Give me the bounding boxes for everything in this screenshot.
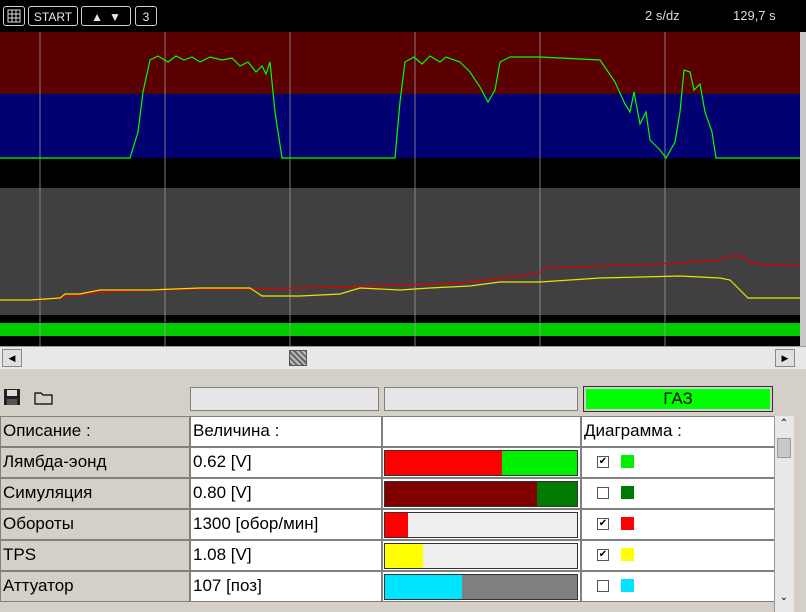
grid-icon <box>7 9 21 23</box>
level-bar-fill <box>385 451 503 475</box>
diagram-checkbox[interactable] <box>597 487 609 499</box>
grid-button[interactable] <box>3 6 25 26</box>
toolbar: START ▲ ▼ 3 2 s/dz 129,7 s <box>0 0 806 32</box>
channel-count[interactable]: 3 <box>135 6 157 26</box>
up-arrow-icon[interactable]: ▲ <box>91 10 103 24</box>
time-readout: 129,7 s <box>733 8 776 23</box>
row-value: 0.62 [V] <box>190 447 382 478</box>
level-bar <box>384 512 578 538</box>
dark-red-band <box>0 32 800 94</box>
scroll-down-button[interactable]: ⌄ <box>777 592 791 606</box>
row-name: Аттуатор <box>0 571 190 602</box>
row-name: Обороты <box>0 509 190 540</box>
row-name: Симуляция <box>0 478 190 509</box>
open-button[interactable] <box>34 390 54 406</box>
scroll-left-button[interactable]: ◀ <box>2 349 22 367</box>
save-icon <box>4 389 20 405</box>
scroll-up-button[interactable]: ⌃ <box>777 418 791 432</box>
header-bar <box>382 416 581 447</box>
header-description: Описание : <box>0 416 190 447</box>
data-panel: ГАЗ Описание : Величина : Диаграмма : Ля… <box>0 382 806 612</box>
scroll-right-button[interactable]: ▶ <box>775 349 795 367</box>
row-diagram-cell <box>581 478 775 509</box>
horizontal-scrollbar[interactable]: ◀ ▶ <box>0 346 806 369</box>
save-button[interactable] <box>3 388 21 406</box>
level-bar-fill <box>385 544 424 568</box>
row-value: 107 [поз] <box>190 571 382 602</box>
gas-label: ГАЗ <box>586 389 770 409</box>
level-bar <box>384 481 578 507</box>
row-value: 1.08 [V] <box>190 540 382 571</box>
row-diagram-cell <box>581 571 775 602</box>
scroll-thumb[interactable] <box>289 350 307 366</box>
row-value: 1300 [обор/мин] <box>190 509 382 540</box>
row-name: TPS <box>0 540 190 571</box>
diagram-checkbox[interactable] <box>597 580 609 592</box>
level-bar-fill <box>385 513 409 537</box>
header-value: Величина : <box>190 416 382 447</box>
header-field-2 <box>384 387 578 411</box>
signal-plot[interactable] <box>0 32 806 346</box>
row-value: 0.80 [V] <box>190 478 382 509</box>
color-swatch <box>621 455 634 468</box>
row-name: Лямбда-эонд <box>0 447 190 478</box>
down-arrow-icon[interactable]: ▼ <box>109 10 121 24</box>
scroll-thumb-vertical[interactable] <box>777 438 791 458</box>
level-bar <box>384 574 578 600</box>
level-bar <box>384 450 578 476</box>
level-bar-fill <box>385 482 537 506</box>
color-swatch <box>621 579 634 592</box>
green-band <box>0 323 800 336</box>
header-field-1 <box>190 387 379 411</box>
diagram-checkbox[interactable]: ✔ <box>597 456 609 468</box>
color-swatch <box>621 486 634 499</box>
timebase-label: 2 s/dz <box>645 8 680 23</box>
gray-band <box>0 188 800 315</box>
row-diagram-cell <box>581 540 775 571</box>
gas-indicator: ГАЗ <box>583 386 773 412</box>
folder-icon <box>34 392 53 405</box>
channel-stepper[interactable]: ▲ ▼ <box>81 6 131 26</box>
level-bar-fill <box>385 575 462 599</box>
row-diagram-cell <box>581 509 775 540</box>
diagram-checkbox[interactable]: ✔ <box>597 518 609 530</box>
color-swatch <box>621 517 634 530</box>
vertical-scrollbar[interactable]: ⌃ ⌄ <box>774 416 794 612</box>
start-button[interactable]: START <box>28 6 78 26</box>
row-diagram-cell <box>581 447 775 478</box>
plot-right-edge <box>800 32 806 346</box>
header-diagram: Диаграмма : <box>581 416 775 447</box>
color-swatch <box>621 548 634 561</box>
diagram-checkbox[interactable]: ✔ <box>597 549 609 561</box>
level-bar <box>384 543 578 569</box>
